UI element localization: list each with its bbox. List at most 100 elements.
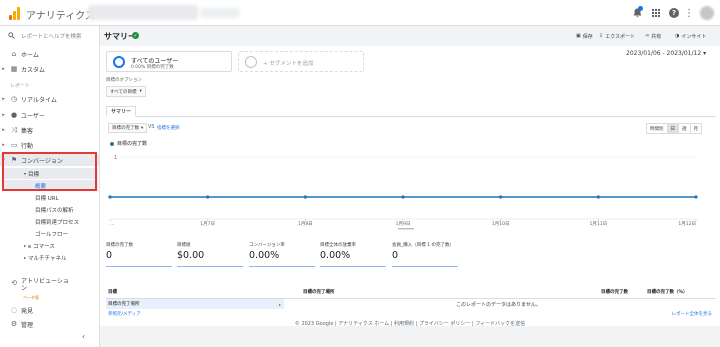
sidebar-item-label: 集客	[21, 127, 34, 135]
help-icon[interactable]: ?	[668, 7, 680, 19]
col-completions-pct: 目標の完了数（%）	[647, 290, 688, 295]
goal-option-value: すべての目標	[110, 89, 137, 95]
no-data-message: このレポートのデータはありません。	[456, 302, 541, 308]
metric-select[interactable]: 目標の完了数 ▾	[108, 123, 148, 133]
goal-option-label: 目標のオプション	[106, 78, 142, 83]
sidebar-item-goal-url[interactable]: 目標 URL	[35, 192, 59, 203]
date-range-picker[interactable]: 2023/01/06 - 2023/01/12 ▾	[626, 50, 706, 57]
scorecard-value: 0	[106, 250, 113, 261]
sidebar-search[interactable]: レポートとヘルプを検索	[8, 30, 82, 42]
compare-metric-link[interactable]: 指標を選択	[157, 125, 180, 131]
share-button[interactable]: ⋖ 共有	[645, 31, 661, 41]
sidebar-item-home[interactable]: ⌂ ホーム	[0, 48, 99, 60]
export-button[interactable]: ⇩ エクスポート	[599, 31, 635, 41]
avatar[interactable]	[700, 6, 714, 20]
search-input[interactable]: レポートとヘルプを検索	[21, 32, 82, 40]
footer: © 2023 Google | アナリティクス ホーム | 利用規約 | プライ…	[294, 321, 526, 327]
add-segment-button[interactable]: + セグメントを追加	[238, 51, 364, 72]
scorecard[interactable]: 会員_購入（目標 1 の完了数） 0	[392, 242, 458, 268]
sidebar-item-conversions[interactable]: ▾ ⚑ コンバージョン	[0, 154, 99, 166]
sidebar-item-attribution[interactable]: ⟲ アトリビューション	[0, 278, 99, 292]
chart-legend: 目標の完了数	[110, 140, 147, 147]
app-name[interactable]: アナリティクス	[26, 7, 95, 22]
sidebar-item-ecommerce[interactable]: ▸ e コマース	[24, 240, 55, 251]
apps-icon[interactable]	[650, 7, 662, 19]
sidebar-item-behavior[interactable]: ▸ ▭ 行動	[0, 139, 99, 151]
scorecard[interactable]: 目標値 $0.00	[177, 242, 243, 268]
home-icon: ⌂	[11, 50, 17, 58]
attribution-icon: ⟲	[11, 279, 17, 287]
legend-dot	[110, 141, 114, 146]
scorecard-label: 目標全体の放棄率	[320, 243, 356, 248]
segment-subtitle: 0.00% 目標の完了数	[131, 65, 174, 70]
analytics-logo[interactable]	[8, 6, 22, 20]
analytics-app: アナリティクス ? ⋮ レポートとヘルプを検索 ⌂ ホーム ▸ ▦ カスタム レ…	[0, 0, 720, 347]
beta-badge: ベータ版	[23, 295, 39, 300]
sidebar-item-label: ユーザー	[21, 112, 45, 120]
scorecard[interactable]: 目標全体の放棄率 0.00%	[320, 242, 386, 268]
sidebar: レポートとヘルプを検索 ⌂ ホーム ▸ ▦ カスタム レポート ▸ ◷ リアルタイム…	[0, 26, 100, 347]
data-point	[206, 195, 210, 199]
scorecard-value: 0	[392, 250, 399, 261]
row-label: 目標の完了場所	[108, 302, 140, 307]
sidebar-item-realtime[interactable]: ▸ ◷ リアルタイム	[0, 93, 99, 105]
sidebar-item-discover[interactable]: ◌ 発見	[0, 304, 99, 316]
insight-button[interactable]: ◑ インサイト	[675, 31, 706, 41]
period-month[interactable]: 月	[690, 124, 701, 133]
sidebar-item-goals[interactable]: ▾ 目標	[2, 168, 98, 179]
flag-icon: ⚑	[10, 156, 18, 164]
segment-all-users[interactable]: すべてのユーザー 0.00% 目標の完了数	[106, 51, 232, 72]
chevron-right-icon: ▸	[24, 255, 27, 260]
report-panel: すべてのユーザー 0.00% 目標の完了数 + セグメントを追加 2023/01…	[100, 46, 720, 326]
sidebar-item-label: アトリビューション	[21, 278, 69, 292]
x-tick-label: 1月7日	[200, 221, 215, 227]
gear-icon: ⚙	[10, 320, 18, 328]
period-day[interactable]: 日	[667, 124, 679, 133]
save-icon: ▣	[576, 33, 581, 39]
date-range-text: 2023/01/06 - 2023/01/12	[626, 50, 702, 57]
chevron-down-icon: ▾	[24, 171, 27, 176]
period-toggle: 時間別 日 週 月	[646, 123, 702, 134]
sidebar-item-label: リアルタイム	[21, 96, 57, 104]
acquisition-icon: ⤨	[11, 125, 17, 134]
scorecard[interactable]: コンバージョン率 0.00%	[249, 242, 315, 268]
col-location: 目標の完了場所	[303, 290, 335, 295]
sidebar-item-goal-flow[interactable]: ゴールフロー	[35, 228, 68, 239]
table-row[interactable]: 目標の完了場所 ▸	[106, 299, 284, 309]
account-selector[interactable]	[88, 5, 198, 20]
more-vert-icon[interactable]: ⋮	[683, 7, 695, 19]
collapse-sidebar-icon[interactable]: ‹	[82, 332, 85, 341]
sidebar-item-custom[interactable]: ▸ ▦ カスタム	[0, 63, 99, 75]
sidebar-item-users[interactable]: ▸ ● ユーザー	[0, 109, 99, 121]
chart-scroll-handle	[398, 228, 414, 230]
x-tick-label: 1月10日	[492, 221, 510, 227]
chevron-right-icon: ▸	[2, 142, 5, 148]
scorecards: 目標の完了数 0 目標値 $0.00 コンバージョン率 0.00% 目標全体の放棄率 0.00…	[106, 242, 516, 268]
col-completions: 目標の完了数	[601, 290, 628, 295]
scorecard[interactable]: 目標の完了数 0	[106, 242, 172, 268]
goal-option-select[interactable]: すべての目標 ▾	[106, 86, 146, 97]
y-tick-label: 1	[114, 155, 117, 161]
tab-summary[interactable]: サマリー	[106, 106, 137, 117]
lightbulb-icon: ◌	[10, 306, 18, 314]
sidebar-item-acquisition[interactable]: ▸ ⤨ 集客	[0, 124, 99, 136]
account-selector-caret[interactable]	[200, 8, 240, 18]
scorecard-label: 目標の完了数	[106, 243, 133, 248]
sidebar-item-label: ホーム	[21, 51, 39, 59]
sidebar-item-goals-overview[interactable]: 概要	[2, 180, 98, 191]
view-full-report-link[interactable]: レポート全体を見る	[672, 311, 713, 317]
sidebar-item-funnel[interactable]: 目標到達プロセス	[35, 216, 79, 227]
data-point	[401, 195, 405, 199]
sparkline	[392, 266, 458, 267]
source-medium-link[interactable]: 参照元/メディア	[108, 311, 141, 317]
x-tick-label: 1月12日	[678, 221, 696, 227]
period-week[interactable]: 週	[679, 124, 691, 133]
save-button[interactable]: ▣ 保存	[576, 31, 593, 41]
scorecard-value: 0.00%	[320, 250, 351, 261]
notifications-icon[interactable]	[631, 6, 643, 19]
scorecard-label: 目標値	[177, 243, 191, 248]
sidebar-item-admin[interactable]: ⚙ 管理	[0, 318, 99, 330]
sidebar-item-reverse-goal-path[interactable]: 目標パスの解析	[35, 204, 74, 215]
sidebar-item-multichannel[interactable]: ▸ マルチチャネル	[24, 252, 66, 263]
period-hourly[interactable]: 時間別	[647, 124, 668, 133]
